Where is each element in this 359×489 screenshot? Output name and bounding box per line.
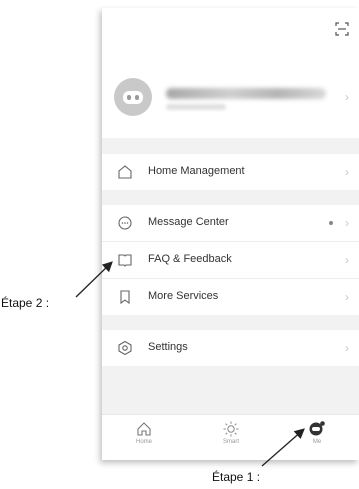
arrow-step1 — [261, 428, 305, 467]
annotation-step1: Étape 1 : — [212, 470, 261, 484]
annotation-step2: Étape 2 : — [1, 296, 50, 310]
arrow-step2 — [75, 261, 113, 298]
annotation-arrows — [75, 261, 305, 467]
